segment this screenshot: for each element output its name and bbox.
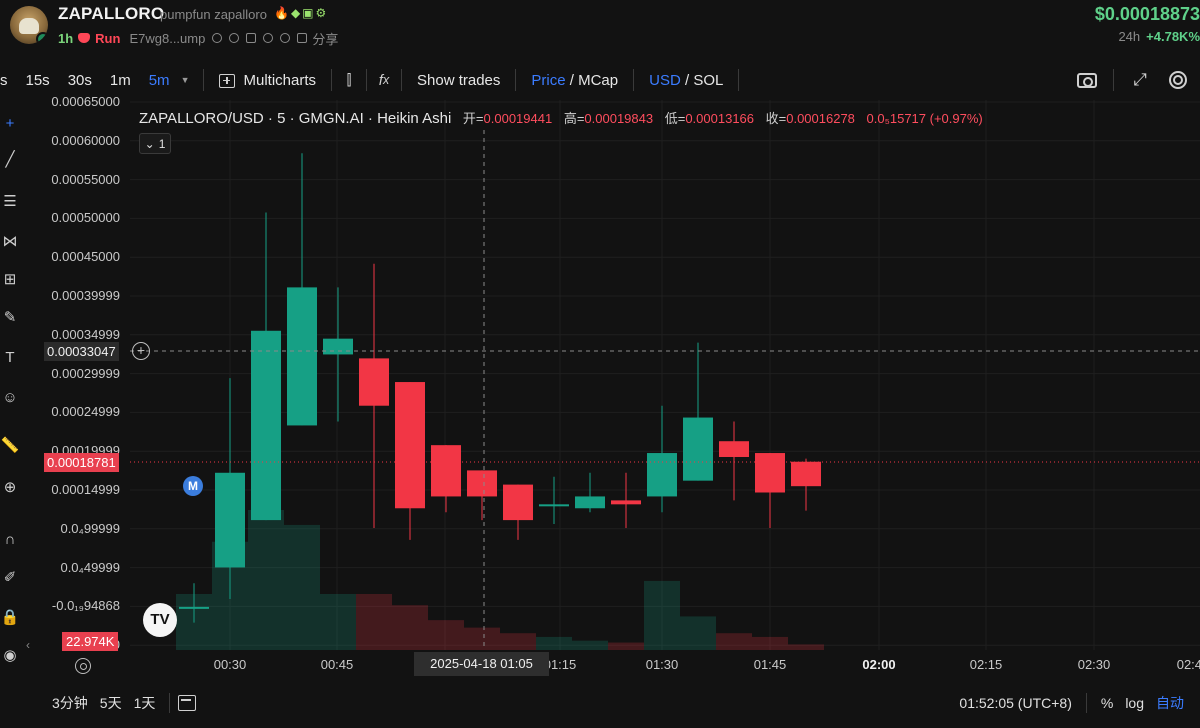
- volume-bar: [284, 524, 320, 650]
- migration-marker-badge[interactable]: M: [183, 476, 203, 496]
- volume-bar: [716, 633, 752, 650]
- candle-body: [179, 606, 209, 609]
- tradingview-logo[interactable]: TV: [143, 603, 177, 637]
- crosshair-price-tag: 0.00033047: [44, 342, 119, 361]
- volume-tag: 22.974K: [62, 632, 119, 651]
- legend-low: 0.00013166: [685, 111, 755, 126]
- x-tick: 02:15: [969, 657, 1003, 672]
- candle-body: [755, 453, 785, 493]
- y-tick-label: 0.00055000: [51, 171, 120, 187]
- crosshair-time-tag: 2025-04-18 01:05: [414, 652, 549, 676]
- volume-bar: [248, 510, 284, 650]
- volume-bar: [644, 580, 680, 650]
- candle-body: [503, 484, 533, 521]
- legend-symbol: ZAPALLORO/USD · 5 · GMGN.AI · Heikin Ash…: [139, 110, 452, 127]
- x-tick: 02:45: [1176, 657, 1200, 672]
- legend-low-label: 低=: [664, 111, 686, 126]
- chart-legend: ZAPALLORO/USD · 5 · GMGN.AI · Heikin Ash…: [139, 108, 983, 127]
- volume-bars: [176, 510, 824, 650]
- log-scale-toggle[interactable]: log: [1119, 695, 1150, 711]
- legend-change: 0.0₅15717 (+0.97%): [866, 111, 983, 126]
- volume-bar: [536, 636, 572, 650]
- candle-body: [287, 287, 317, 426]
- legend-high: 0.00019843: [584, 111, 654, 126]
- bottom-bar: 3分钟 5天 1天 01:52:05 (UTC+8) % log 自动: [0, 686, 1200, 720]
- x-tick: 01:30: [645, 657, 679, 672]
- x-tick: 01:45: [753, 657, 787, 672]
- auto-scale-toggle[interactable]: 自动: [1150, 693, 1190, 713]
- volume-bar: [392, 605, 428, 650]
- add-order-plus-icon[interactable]: +: [132, 342, 150, 360]
- volume-bar: [680, 616, 716, 650]
- y-tick-label: 0.00065000: [51, 94, 120, 109]
- y-tick-label: 0.00024999: [51, 404, 120, 420]
- candle-body: [719, 441, 749, 457]
- percent-scale-toggle[interactable]: %: [1095, 695, 1119, 711]
- legend-open-label: 开=: [462, 111, 484, 126]
- range-3min[interactable]: 3分钟: [0, 693, 94, 713]
- candle-body: [431, 445, 461, 497]
- y-tick-label: 0.00050000: [51, 210, 120, 226]
- chevron-down-icon: ⌄: [144, 136, 155, 151]
- candle-body: [647, 453, 677, 497]
- y-tick-label: 0.00029999: [51, 365, 120, 381]
- candle-body: [323, 338, 353, 355]
- legend-open: 0.00019441: [483, 111, 553, 126]
- candle-body: [539, 504, 569, 507]
- candle-body: [683, 417, 713, 481]
- x-tick: 00:30: [213, 657, 247, 672]
- y-tick-label: 0.00034999: [51, 326, 120, 342]
- legend-close-label: 收=: [765, 111, 787, 126]
- candle-body: [359, 358, 389, 406]
- volume-bar: [788, 644, 824, 650]
- y-tick-label: 0.00060000: [51, 132, 120, 148]
- y-tick-label: 0.0₄49999: [60, 559, 120, 575]
- volume-bar: [608, 642, 644, 650]
- last-price-tag: 0.00018781: [44, 453, 119, 472]
- volume-bar: [500, 633, 536, 650]
- y-tick-label: 0.00039999: [51, 288, 120, 303]
- candle-body: [611, 500, 641, 505]
- candle-body: [395, 382, 425, 509]
- y-tick-label: 0.00014999: [51, 482, 120, 497]
- candle-body: [791, 461, 821, 487]
- y-tick-label: 0.00045000: [51, 249, 120, 265]
- volume-bar: [572, 640, 608, 650]
- legend-collapse-button[interactable]: ⌄ 1: [139, 133, 171, 154]
- x-tick: 00:45: [320, 657, 354, 672]
- candle-body: [467, 470, 497, 497]
- x-tick: 02:00: [862, 657, 896, 672]
- volume-bar: [356, 594, 392, 650]
- volume-bar: [320, 594, 356, 650]
- collapse-left-icon[interactable]: ‹: [26, 638, 30, 652]
- goto-date-calendar-icon[interactable]: [178, 695, 197, 711]
- x-tick: 02:30: [1077, 657, 1111, 672]
- range-5d[interactable]: 5天: [94, 693, 128, 713]
- reset-chart-icon[interactable]: [75, 658, 91, 674]
- candle-body: [251, 330, 281, 521]
- range-1d[interactable]: 1天: [128, 693, 162, 713]
- legend-high-label: 高=: [563, 111, 585, 126]
- candle-body: [215, 472, 245, 568]
- y-tick-label: 0.0₄99999: [60, 520, 120, 536]
- volume-bar: [428, 620, 464, 650]
- volume-bar: [464, 627, 500, 650]
- volume-bar: [752, 636, 788, 650]
- legend-close: 0.00016278: [786, 111, 855, 126]
- clock-timezone[interactable]: 01:52:05 (UTC+8): [953, 695, 1077, 711]
- candle-body: [575, 496, 605, 509]
- y-tick-label: -0.0₁₉94868: [51, 598, 120, 614]
- indicator-count: 1: [158, 136, 166, 151]
